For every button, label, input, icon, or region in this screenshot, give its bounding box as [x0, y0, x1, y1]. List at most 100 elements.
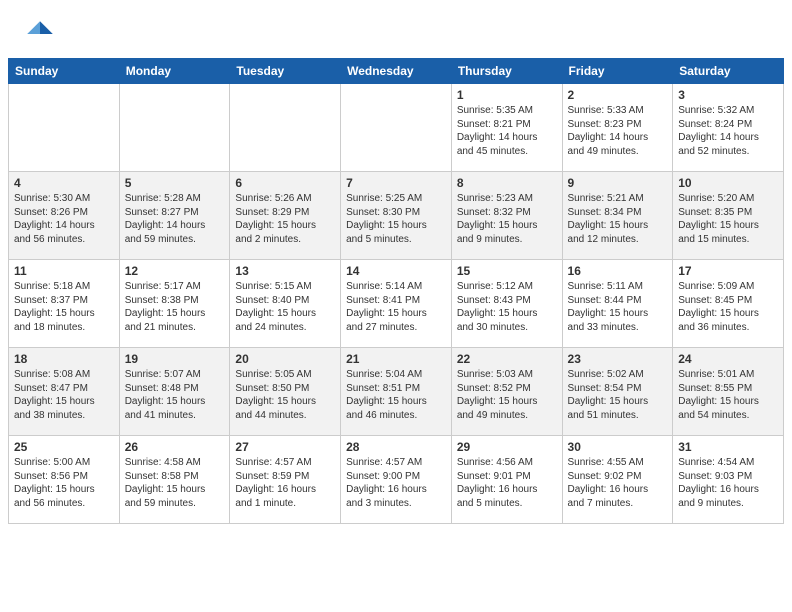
day-of-week-header: Thursday	[451, 59, 562, 84]
day-number: 16	[568, 264, 668, 278]
calendar-day-cell: 20 Sunrise: 5:05 AM Sunset: 8:50 PM Dayli…	[230, 348, 341, 436]
calendar-week-row: 25Sunrise: 5:00 AM Sunset: 8:56 PM Dayli…	[9, 436, 784, 524]
day-number: 14	[346, 264, 446, 278]
calendar-day-cell: 28Sunrise: 4:57 AM Sunset: 9:00 PM Dayli…	[341, 436, 452, 524]
day-number: 26	[125, 440, 225, 454]
day-info: Sunrise: 5:14 AM Sunset: 8:41 PM Dayligh…	[346, 280, 446, 334]
day-number: 18	[14, 352, 114, 366]
day-info: Sunrise: 4:57 AM Sunset: 8:59 PM Dayligh…	[235, 456, 335, 510]
day-number: 20	[235, 352, 335, 366]
day-number: 24	[678, 352, 778, 366]
day-number: 5	[125, 176, 225, 190]
day-info: Sunrise: 5:20 AM Sunset: 8:35 PM Dayligh…	[678, 192, 778, 246]
calendar-body: 1 Sunrise: 5:35 AM Sunset: 8:21 PM Daylig…	[9, 84, 784, 524]
day-number: 9	[568, 176, 668, 190]
calendar-day-cell: 29 Sunrise: 4:56 AM Sunset: 9:01 PM Dayli…	[451, 436, 562, 524]
header-row: SundayMondayTuesdayWednesdayThursdayFrid…	[9, 59, 784, 84]
calendar-day-cell: 2 Sunrise: 5:33 AM Sunset: 8:23 PM Daylig…	[562, 84, 673, 172]
calendar-day-cell: 1 Sunrise: 5:35 AM Sunset: 8:21 PM Daylig…	[451, 84, 562, 172]
day-info: Sunrise: 5:21 AM Sunset: 8:34 PM Dayligh…	[568, 192, 668, 246]
day-info: Sunrise: 5:17 AM Sunset: 8:38 PM Dayligh…	[125, 280, 225, 334]
calendar-day-cell: 27 Sunrise: 4:57 AM Sunset: 8:59 PM Dayli…	[230, 436, 341, 524]
calendar-day-cell	[9, 84, 120, 172]
calendar-table: SundayMondayTuesdayWednesdayThursdayFrid…	[8, 58, 784, 524]
day-number: 13	[235, 264, 335, 278]
calendar-day-cell: 18Sunrise: 5:08 AM Sunset: 8:47 PM Dayli…	[9, 348, 120, 436]
logo-icon	[24, 18, 56, 50]
calendar-day-cell: 9 Sunrise: 5:21 AM Sunset: 8:34 PM Daylig…	[562, 172, 673, 260]
calendar-day-cell: 22 Sunrise: 5:03 AM Sunset: 8:52 PM Dayli…	[451, 348, 562, 436]
day-info: Sunrise: 5:18 AM Sunset: 8:37 PM Dayligh…	[14, 280, 114, 334]
day-of-week-header: Saturday	[673, 59, 784, 84]
calendar-day-cell: 14 Sunrise: 5:14 AM Sunset: 8:41 PM Dayli…	[341, 260, 452, 348]
calendar-day-cell: 10 Sunrise: 5:20 AM Sunset: 8:35 PM Dayli…	[673, 172, 784, 260]
day-info: Sunrise: 5:09 AM Sunset: 8:45 PM Dayligh…	[678, 280, 778, 334]
day-number: 8	[457, 176, 557, 190]
day-number: 7	[346, 176, 446, 190]
calendar-week-row: 18Sunrise: 5:08 AM Sunset: 8:47 PM Dayli…	[9, 348, 784, 436]
calendar-day-cell: 30 Sunrise: 4:55 AM Sunset: 9:02 PM Dayli…	[562, 436, 673, 524]
calendar-day-cell: 17Sunrise: 5:09 AM Sunset: 8:45 PM Dayli…	[673, 260, 784, 348]
day-info: Sunrise: 5:02 AM Sunset: 8:54 PM Dayligh…	[568, 368, 668, 422]
calendar-day-cell: 7 Sunrise: 5:25 AM Sunset: 8:30 PM Daylig…	[341, 172, 452, 260]
day-number: 22	[457, 352, 557, 366]
calendar-day-cell: 13 Sunrise: 5:15 AM Sunset: 8:40 PM Dayli…	[230, 260, 341, 348]
day-number: 10	[678, 176, 778, 190]
day-number: 29	[457, 440, 557, 454]
calendar-week-row: 4Sunrise: 5:30 AM Sunset: 8:26 PM Daylig…	[9, 172, 784, 260]
day-info: Sunrise: 4:56 AM Sunset: 9:01 PM Dayligh…	[457, 456, 557, 510]
day-number: 28	[346, 440, 446, 454]
day-info: Sunrise: 5:07 AM Sunset: 8:48 PM Dayligh…	[125, 368, 225, 422]
calendar-day-cell: 5 Sunrise: 5:28 AM Sunset: 8:27 PM Daylig…	[119, 172, 230, 260]
day-number: 19	[125, 352, 225, 366]
calendar-wrapper: SundayMondayTuesdayWednesdayThursdayFrid…	[0, 58, 792, 532]
day-number: 21	[346, 352, 446, 366]
day-number: 27	[235, 440, 335, 454]
day-number: 15	[457, 264, 557, 278]
calendar-day-cell	[119, 84, 230, 172]
day-number: 4	[14, 176, 114, 190]
day-info: Sunrise: 4:58 AM Sunset: 8:58 PM Dayligh…	[125, 456, 225, 510]
day-info: Sunrise: 4:55 AM Sunset: 9:02 PM Dayligh…	[568, 456, 668, 510]
day-number: 30	[568, 440, 668, 454]
calendar-day-cell: 11 Sunrise: 5:18 AM Sunset: 8:37 PM Dayli…	[9, 260, 120, 348]
day-number: 25	[14, 440, 114, 454]
day-info: Sunrise: 5:05 AM Sunset: 8:50 PM Dayligh…	[235, 368, 335, 422]
calendar-day-cell: 6Sunrise: 5:26 AM Sunset: 8:29 PM Daylig…	[230, 172, 341, 260]
day-of-week-header: Wednesday	[341, 59, 452, 84]
day-number: 11	[14, 264, 114, 278]
calendar-day-cell: 12 Sunrise: 5:17 AM Sunset: 8:38 PM Dayli…	[119, 260, 230, 348]
calendar-day-cell: 23 Sunrise: 5:02 AM Sunset: 8:54 PM Dayli…	[562, 348, 673, 436]
day-info: Sunrise: 5:01 AM Sunset: 8:55 PM Dayligh…	[678, 368, 778, 422]
calendar-week-row: 11 Sunrise: 5:18 AM Sunset: 8:37 PM Dayli…	[9, 260, 784, 348]
day-info: Sunrise: 5:12 AM Sunset: 8:43 PM Dayligh…	[457, 280, 557, 334]
day-number: 31	[678, 440, 778, 454]
day-of-week-header: Monday	[119, 59, 230, 84]
logo	[24, 18, 60, 50]
day-of-week-header: Tuesday	[230, 59, 341, 84]
day-number: 1	[457, 88, 557, 102]
day-number: 12	[125, 264, 225, 278]
calendar-day-cell: 16Sunrise: 5:11 AM Sunset: 8:44 PM Dayli…	[562, 260, 673, 348]
day-info: Sunrise: 5:33 AM Sunset: 8:23 PM Dayligh…	[568, 104, 668, 158]
day-number: 6	[235, 176, 335, 190]
calendar-day-cell: 8Sunrise: 5:23 AM Sunset: 8:32 PM Daylig…	[451, 172, 562, 260]
calendar-day-cell: 25Sunrise: 5:00 AM Sunset: 8:56 PM Dayli…	[9, 436, 120, 524]
day-number: 23	[568, 352, 668, 366]
calendar-day-cell: 21Sunrise: 5:04 AM Sunset: 8:51 PM Dayli…	[341, 348, 452, 436]
day-info: Sunrise: 5:32 AM Sunset: 8:24 PM Dayligh…	[678, 104, 778, 158]
calendar-day-cell	[341, 84, 452, 172]
day-info: Sunrise: 5:25 AM Sunset: 8:30 PM Dayligh…	[346, 192, 446, 246]
day-info: Sunrise: 5:35 AM Sunset: 8:21 PM Dayligh…	[457, 104, 557, 158]
day-info: Sunrise: 5:03 AM Sunset: 8:52 PM Dayligh…	[457, 368, 557, 422]
calendar-header: SundayMondayTuesdayWednesdayThursdayFrid…	[9, 59, 784, 84]
calendar-day-cell: 26 Sunrise: 4:58 AM Sunset: 8:58 PM Dayli…	[119, 436, 230, 524]
day-info: Sunrise: 4:54 AM Sunset: 9:03 PM Dayligh…	[678, 456, 778, 510]
day-info: Sunrise: 5:28 AM Sunset: 8:27 PM Dayligh…	[125, 192, 225, 246]
day-info: Sunrise: 5:15 AM Sunset: 8:40 PM Dayligh…	[235, 280, 335, 334]
calendar-day-cell	[230, 84, 341, 172]
day-number: 2	[568, 88, 668, 102]
page-header	[0, 0, 792, 58]
calendar-day-cell: 15 Sunrise: 5:12 AM Sunset: 8:43 PM Dayli…	[451, 260, 562, 348]
calendar-day-cell: 3Sunrise: 5:32 AM Sunset: 8:24 PM Daylig…	[673, 84, 784, 172]
